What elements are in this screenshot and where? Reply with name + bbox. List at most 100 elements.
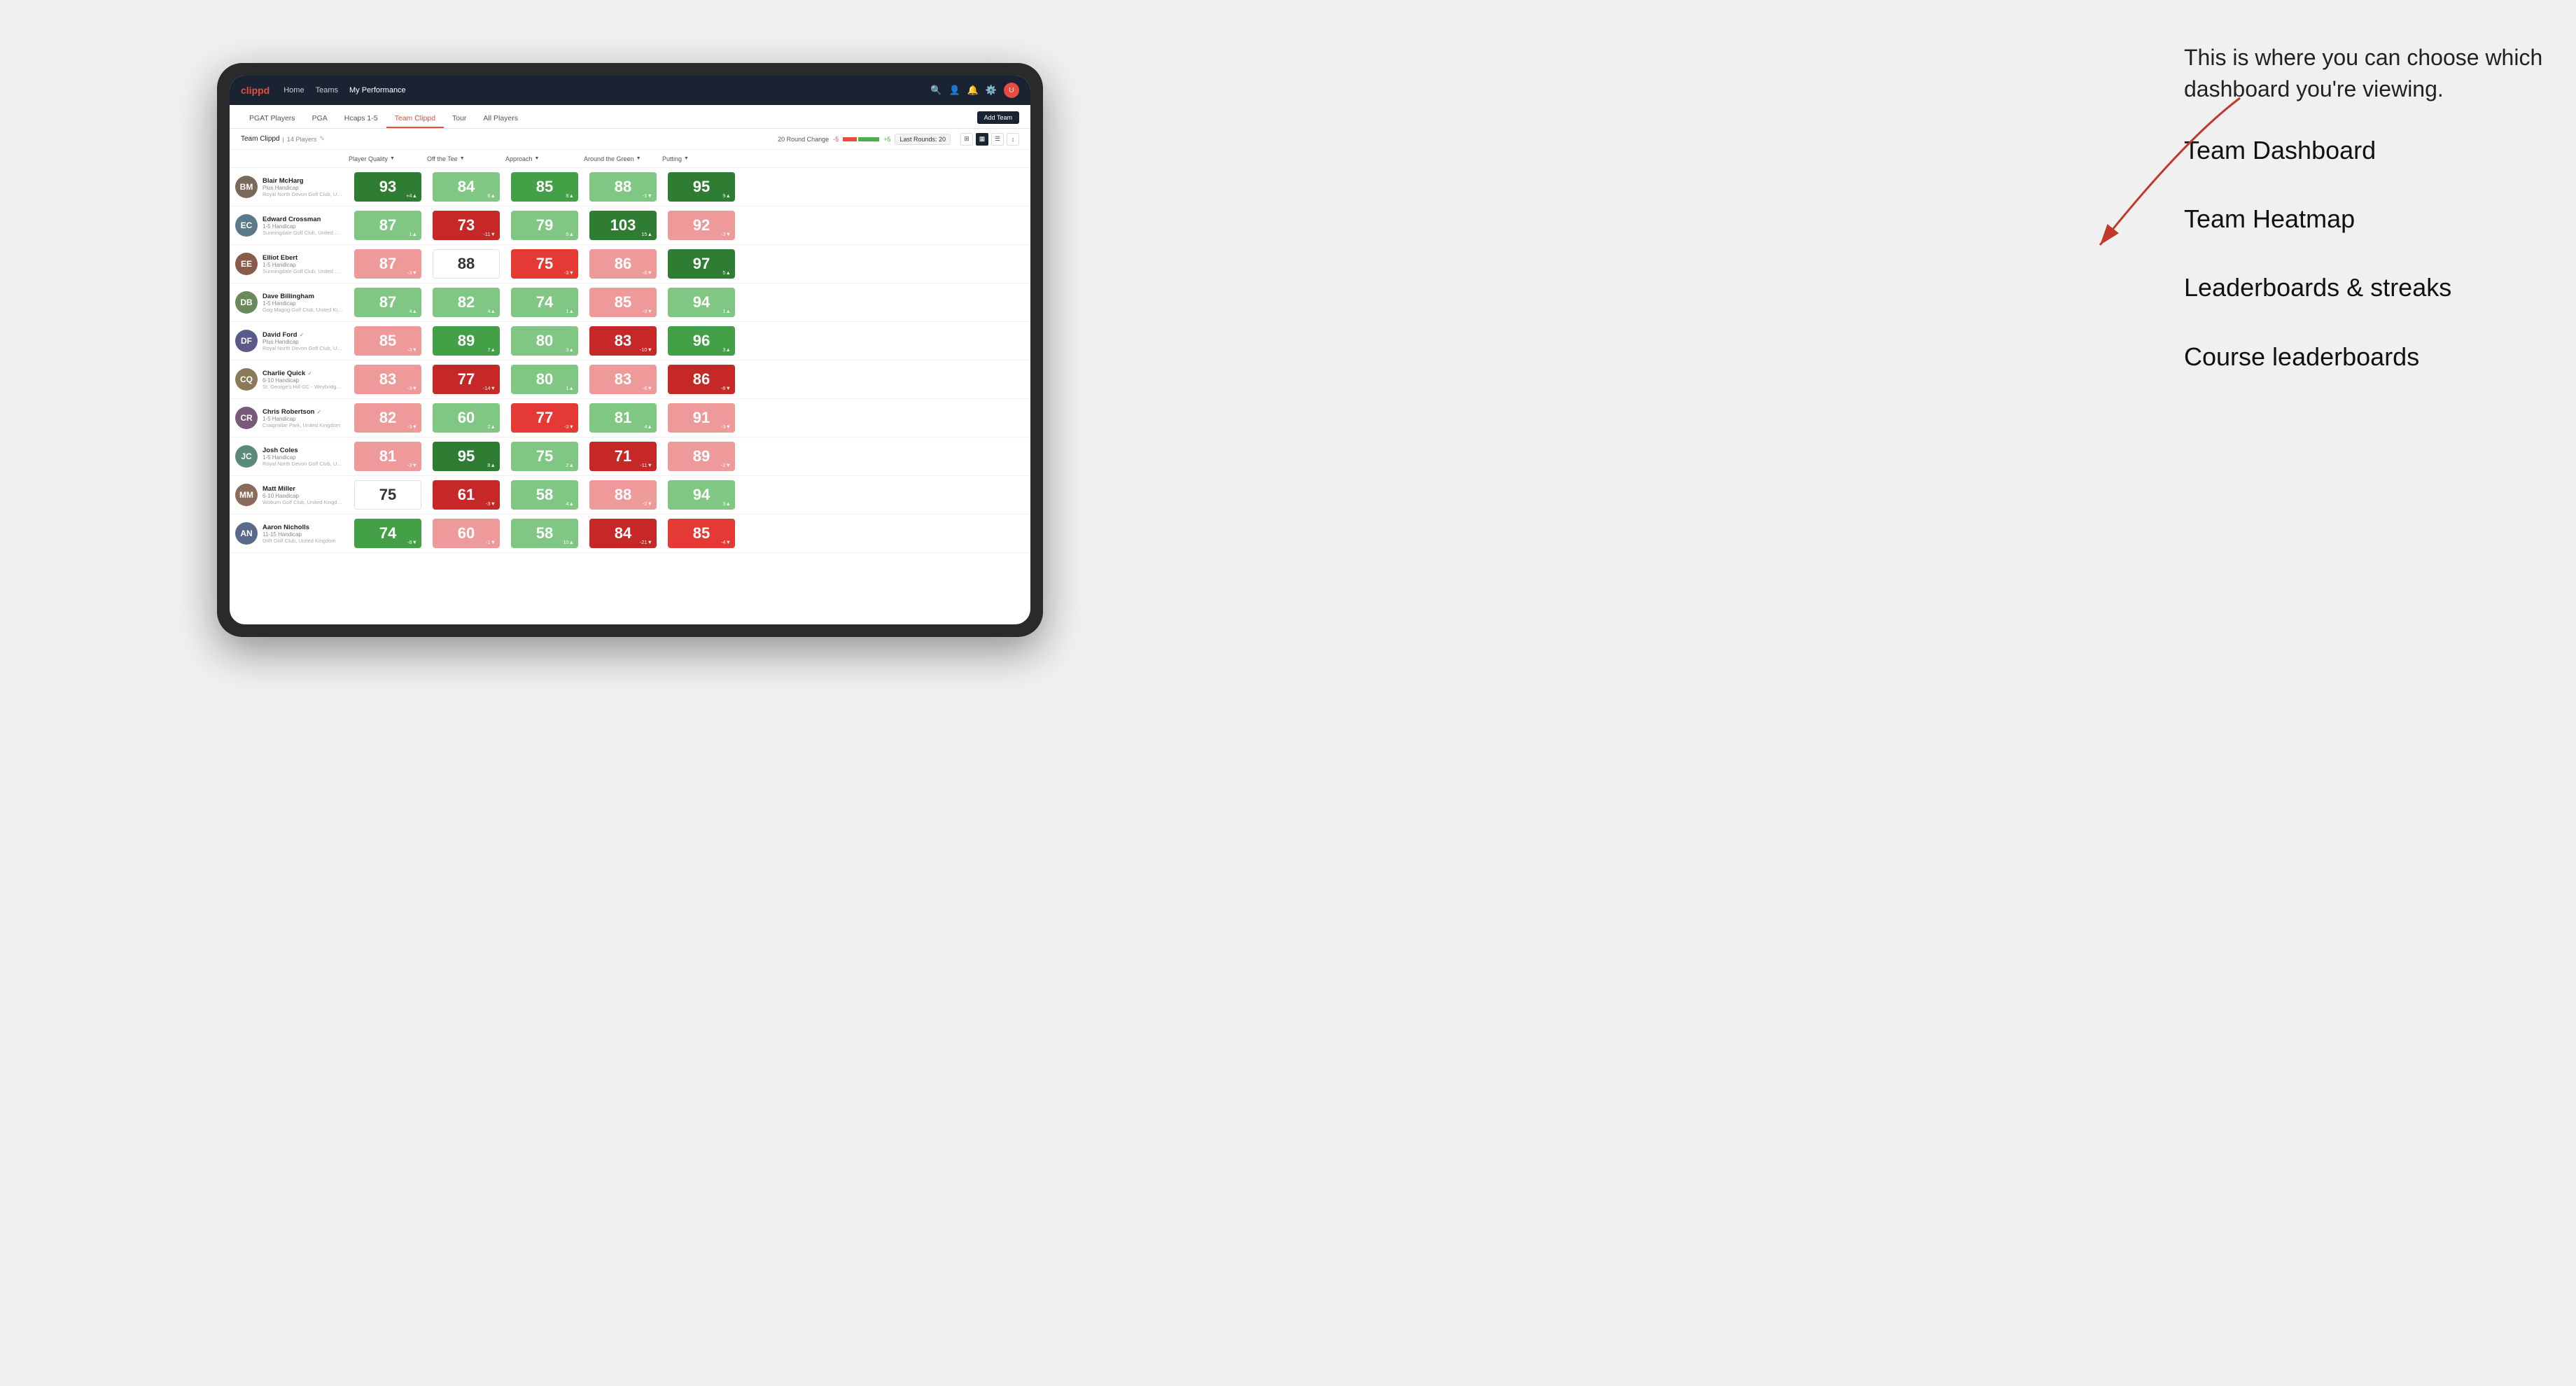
table-row[interactable]: CQCharlie Quick✓6-10 HandicapSt. George'… (230, 360, 1030, 399)
approach-score: 75-3▼ (511, 249, 578, 279)
around-green-score: 83-6▼ (589, 365, 657, 394)
putting-cell: 959▲ (662, 168, 741, 206)
settings-icon[interactable]: ⚙️ (986, 85, 997, 96)
player-details: Chris Robertson✓1-5 HandicapCraigmillar … (262, 408, 343, 428)
score-change: -3▼ (407, 385, 417, 391)
player-info: CQCharlie Quick✓6-10 HandicapSt. George'… (230, 360, 349, 398)
sub-tab-all-players[interactable]: All Players (475, 114, 526, 128)
player-quality-cell: 81-3▼ (349, 438, 427, 475)
score-change: -3▼ (721, 424, 731, 430)
player-name: Josh Coles (262, 447, 298, 454)
table-row[interactable]: ECEdward Crossman1-5 HandicapSunningdale… (230, 206, 1030, 245)
score-change: 1▲ (409, 231, 417, 237)
score-number: 95 (693, 178, 710, 196)
score-change: 15▲ (641, 231, 652, 237)
nav-item-my-performance[interactable]: My Performance (349, 86, 406, 94)
team-player-count: 14 Players (287, 136, 317, 143)
score-number: 73 (458, 216, 475, 234)
off-tee-cell: 77-14▼ (427, 360, 505, 398)
player-info: ANAaron Nicholls11-15 HandicapDrift Golf… (230, 514, 349, 552)
header-tee: Off the Tee ▼ (427, 155, 505, 162)
player-info: EEElliot Ebert1-5 HandicapSunningdale Go… (230, 245, 349, 283)
putting-score: 975▲ (668, 249, 735, 279)
score-number: 80 (536, 332, 553, 350)
table-row[interactable]: DFDavid Ford✓Plus HandicapRoyal North De… (230, 322, 1030, 360)
table-row[interactable]: CRChris Robertson✓1-5 HandicapCraigmilla… (230, 399, 1030, 438)
score-change: -2▼ (643, 500, 652, 507)
last-rounds-button[interactable]: Last Rounds: 20 (895, 134, 951, 145)
around-green-score: 85-3▼ (589, 288, 657, 317)
player-club: Sunningdale Golf Club, United Kingdom (262, 230, 343, 236)
off-tee-cell: 602▲ (427, 399, 505, 437)
table-row[interactable]: ANAaron Nicholls11-15 HandicapDrift Golf… (230, 514, 1030, 553)
sub-tab-hcaps-1-5[interactable]: Hcaps 1-5 (336, 114, 386, 128)
user-avatar[interactable]: U (1004, 83, 1019, 98)
approach-cell: 75-3▼ (505, 245, 584, 283)
player-handicap: 1-5 Handicap (262, 223, 343, 230)
score-change: -4▼ (721, 539, 731, 545)
search-icon[interactable]: 🔍 (930, 85, 941, 96)
score-number: 87 (379, 255, 396, 273)
sub-tab-pgat-players[interactable]: PGAT Players (241, 114, 304, 128)
player-quality-score: 87-3▼ (354, 249, 421, 279)
user-icon[interactable]: 👤 (948, 85, 960, 96)
sub-nav: PGAT PlayersPGAHcaps 1-5Team ClippdTourA… (230, 105, 1030, 129)
player-handicap: 1-5 Handicap (262, 454, 343, 461)
around-green-cell: 85-3▼ (584, 284, 662, 321)
sub-tab-team-clippd[interactable]: Team Clippd (386, 114, 444, 128)
score-number: 74 (536, 293, 553, 312)
avatar: DF (235, 330, 258, 352)
grid-view-icon[interactable]: ⊞ (960, 133, 973, 146)
add-team-button[interactable]: Add Team (977, 111, 1019, 124)
player-details: Aaron Nicholls11-15 HandicapDrift Golf C… (262, 524, 343, 544)
filter-icon[interactable]: ↕ (1007, 133, 1019, 146)
player-name: Edward Crossman (262, 216, 321, 223)
score-number: 71 (615, 447, 631, 465)
team-bar: Team Clippd | 14 Players ✎ 20 Round Chan… (230, 129, 1030, 150)
player-club: Royal North Devon Golf Club, United King… (262, 191, 343, 197)
score-change: 8▲ (487, 462, 496, 468)
putting-cell: 941▲ (662, 284, 741, 321)
player-quality-score: 74-8▼ (354, 519, 421, 548)
score-number: 87 (379, 216, 396, 234)
score-number: 83 (615, 370, 631, 388)
score-number: 86 (615, 255, 631, 273)
player-club: Craigmillar Park, United Kingdom (262, 422, 343, 428)
bell-icon[interactable]: 🔔 (967, 85, 979, 96)
player-details: Charlie Quick✓6-10 HandicapSt. George's … (262, 370, 343, 390)
edit-team-icon[interactable]: ✎ (319, 135, 325, 143)
table-row[interactable]: DBDave Billingham1-5 HandicapGog Magog G… (230, 284, 1030, 322)
table-row[interactable]: EEElliot Ebert1-5 HandicapSunningdale Go… (230, 245, 1030, 284)
player-club: Drift Golf Club, United Kingdom (262, 538, 343, 544)
score-change: 5▲ (722, 270, 731, 276)
table-row[interactable]: JCJosh Coles1-5 HandicapRoyal North Devo… (230, 438, 1030, 476)
sub-tab-tour[interactable]: Tour (444, 114, 475, 128)
sub-tab-pga[interactable]: PGA (304, 114, 336, 128)
score-change: 4▲ (409, 308, 417, 314)
tablet-frame: clippd HomeTeamsMy Performance 🔍 👤 🔔 ⚙️ … (217, 63, 1043, 637)
nav-logo: clippd (241, 85, 270, 96)
off-tee-cell: 897▲ (427, 322, 505, 360)
list-view-icon[interactable]: ☰ (991, 133, 1004, 146)
score-change: 8▲ (566, 192, 574, 199)
table-row[interactable]: BMBlair McHargPlus HandicapRoyal North D… (230, 168, 1030, 206)
table-row[interactable]: MMMatt Miller6-10 HandicapWoburn Golf Cl… (230, 476, 1030, 514)
approach-cell: 5810▲ (505, 514, 584, 552)
nav-item-home[interactable]: Home (284, 86, 304, 94)
score-change: 3▲ (722, 500, 731, 507)
verified-icon: ✓ (300, 332, 304, 338)
score-change: -3▼ (486, 500, 496, 507)
score-change: 7▲ (487, 346, 496, 353)
around-green-score: 814▲ (589, 403, 657, 433)
score-change: -3▼ (643, 308, 652, 314)
player-quality-cell: 82-3▼ (349, 399, 427, 437)
nav-item-teams[interactable]: Teams (316, 86, 338, 94)
score-number: 79 (536, 216, 553, 234)
table-view-icon[interactable]: ▦ (976, 133, 988, 146)
score-change: -11▼ (483, 231, 496, 237)
approach-score: 858▲ (511, 172, 578, 202)
putting-cell: 86-8▼ (662, 360, 741, 398)
pos-label: +5 (883, 136, 890, 143)
player-handicap: 6-10 Handicap (262, 493, 343, 499)
player-info: DFDavid Ford✓Plus HandicapRoyal North De… (230, 322, 349, 360)
